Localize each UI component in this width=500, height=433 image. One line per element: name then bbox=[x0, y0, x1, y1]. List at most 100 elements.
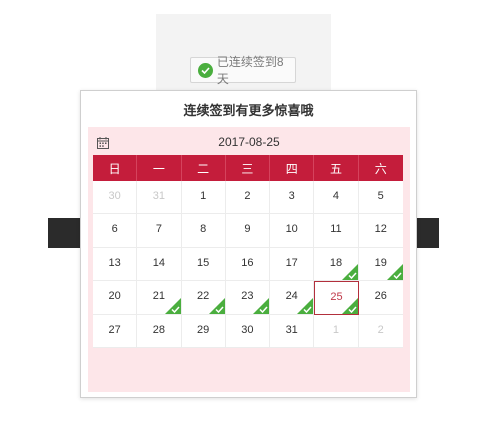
check-mark-icon bbox=[171, 306, 180, 313]
popup-title: 连续签到有更多惊喜哦 bbox=[183, 103, 314, 118]
day-number: 9 bbox=[244, 223, 251, 236]
weekday-header-row: 日一二三四五六 bbox=[93, 155, 403, 181]
calendar-day[interactable]: 29 bbox=[181, 314, 226, 348]
check-mark-icon bbox=[259, 306, 268, 313]
day-number: 23 bbox=[241, 290, 254, 303]
calendar-day[interactable]: 21 bbox=[137, 281, 182, 315]
calendar-week-row: 6 7 8 9 10 11 12 bbox=[93, 214, 403, 248]
day-number: 10 bbox=[285, 223, 298, 236]
check-mark-icon bbox=[393, 272, 402, 280]
calendar-day[interactable]: 31 bbox=[270, 314, 315, 348]
calendar-day[interactable]: 19 bbox=[358, 248, 403, 282]
calendar-weeks: 30 31 1 2 3 4 5 6 7 8 9 10 11 12 13 14 15 16 17 18 19 20 21 22 2… bbox=[93, 181, 403, 348]
weekday-header: 三 bbox=[226, 155, 271, 181]
calendar-day[interactable]: 2 bbox=[358, 315, 403, 348]
day-number: 3 bbox=[288, 190, 295, 202]
calendar-day[interactable]: 9 bbox=[225, 214, 271, 248]
calendar-day[interactable]: 15 bbox=[181, 247, 226, 282]
check-mark-icon bbox=[348, 272, 357, 280]
day-number: 24 bbox=[285, 290, 298, 303]
day-number: 22 bbox=[197, 290, 210, 303]
calendar-day[interactable]: 31 bbox=[137, 181, 182, 215]
day-number: 12 bbox=[374, 223, 387, 236]
calendar-day[interactable]: 8 bbox=[181, 214, 226, 248]
day-number: 1 bbox=[200, 190, 207, 202]
calendar-day[interactable]: 1 bbox=[314, 314, 359, 348]
day-number: 15 bbox=[197, 256, 210, 269]
weekday-header: 六 bbox=[374, 161, 387, 176]
sign-in-calendar-popup: 连续签到有更多惊喜哦 2017-08-25 日一二三四五六 30 31 1 2 … bbox=[80, 90, 417, 398]
calendar-week-row: 13 14 15 16 17 18 19 bbox=[93, 247, 403, 282]
day-number: 16 bbox=[241, 256, 254, 269]
day-number: 2 bbox=[377, 323, 384, 336]
day-number: 1 bbox=[332, 323, 340, 336]
day-number: 26 bbox=[374, 290, 387, 303]
calendar-day[interactable]: 26 bbox=[358, 281, 403, 315]
calendar-week-row: 30 31 1 2 3 4 5 bbox=[93, 181, 403, 215]
calendar-day[interactable]: 1 bbox=[181, 181, 226, 215]
day-number: 18 bbox=[329, 256, 343, 269]
calendar-day[interactable]: 22 bbox=[181, 281, 226, 315]
day-number: 19 bbox=[374, 256, 387, 269]
calendar-day[interactable]: 30 bbox=[93, 181, 138, 215]
day-number: 30 bbox=[241, 323, 254, 336]
day-number: 21 bbox=[152, 290, 166, 303]
calendar-day[interactable]: 10 bbox=[270, 214, 315, 248]
day-number: 20 bbox=[108, 290, 121, 303]
calendar-day[interactable]: 18 bbox=[314, 247, 359, 282]
calendar-day[interactable]: 4 bbox=[314, 181, 359, 215]
weekday-header: 五 bbox=[314, 155, 359, 181]
calendar-day-today[interactable]: 25 bbox=[314, 281, 359, 315]
calendar-day[interactable]: 16 bbox=[225, 247, 271, 282]
calendar-day[interactable]: 23 bbox=[225, 281, 271, 315]
right-dark-block bbox=[416, 218, 439, 248]
check-circle-icon bbox=[198, 62, 213, 78]
calendar-day[interactable]: 5 bbox=[358, 181, 403, 215]
calendar-panel: 2017-08-25 日一二三四五六 30 31 1 2 3 4 5 6 7 8 9 10 11 12 13… bbox=[88, 127, 410, 392]
calendar-day[interactable]: 3 bbox=[270, 181, 315, 215]
day-number: 7 bbox=[155, 223, 162, 236]
calendar-grid: 日一二三四五六 30 31 1 2 3 4 5 6 7 8 9 10 11 12 13 14 15 16 17 18 1… bbox=[93, 155, 403, 348]
calendar-day[interactable]: 2 bbox=[225, 181, 271, 215]
calendar-day[interactable]: 13 bbox=[93, 247, 138, 282]
calendar-day[interactable]: 7 bbox=[137, 214, 182, 248]
page: 已连续签到8天 连续签到有更多惊喜哦 2017-08-25 日一 二 三 四 五… bbox=[0, 0, 500, 433]
day-number: 14 bbox=[152, 256, 166, 269]
calendar-week-row: 27 28 29 30 31 1 2 bbox=[93, 314, 403, 348]
day-number: 31 bbox=[152, 190, 166, 202]
weekday-header: 四 bbox=[270, 155, 315, 181]
day-number: 30 bbox=[108, 190, 121, 202]
calendar-day[interactable]: 11 bbox=[314, 214, 359, 248]
day-number: 11 bbox=[330, 223, 342, 236]
calendar-day[interactable]: 17 bbox=[270, 247, 315, 282]
signed-days-badge[interactable]: 已连续签到8天 bbox=[190, 55, 296, 86]
current-date: 2017-08-25 bbox=[218, 135, 280, 149]
day-number: 27 bbox=[108, 323, 121, 336]
day-number: 8 bbox=[200, 223, 207, 236]
day-number: 31 bbox=[285, 323, 298, 336]
calendar-day[interactable]: 12 bbox=[358, 214, 403, 248]
day-number: 4 bbox=[332, 190, 340, 202]
calendar-day[interactable]: 14 bbox=[137, 247, 182, 282]
calendar-day[interactable]: 30 bbox=[225, 314, 271, 348]
day-number: 2 bbox=[244, 190, 251, 202]
day-number: 6 bbox=[111, 223, 118, 236]
day-number: 28 bbox=[152, 323, 166, 336]
calendar-day[interactable]: 27 bbox=[93, 314, 138, 348]
calendar-day[interactable]: 20 bbox=[93, 281, 138, 315]
calendar-day[interactable]: 28 bbox=[137, 314, 182, 348]
weekday-header: 日 bbox=[93, 155, 138, 181]
calendar-day[interactable]: 6 bbox=[93, 214, 138, 248]
day-number: 29 bbox=[197, 323, 210, 336]
day-number: 17 bbox=[285, 256, 298, 269]
weekday-header: 二 bbox=[182, 155, 226, 181]
calendar-day[interactable]: 24 bbox=[270, 281, 315, 315]
signed-days-label: 已连续签到8天 bbox=[216, 55, 284, 86]
check-mark-icon bbox=[215, 306, 224, 313]
calendar-week-row: 20 21 22 23 24 25 26 bbox=[93, 281, 403, 315]
check-mark-icon bbox=[348, 306, 357, 313]
day-number: 5 bbox=[377, 190, 384, 202]
day-number: 13 bbox=[108, 256, 121, 269]
weekday-header: 一 bbox=[137, 155, 182, 181]
check-mark-icon bbox=[303, 306, 312, 313]
